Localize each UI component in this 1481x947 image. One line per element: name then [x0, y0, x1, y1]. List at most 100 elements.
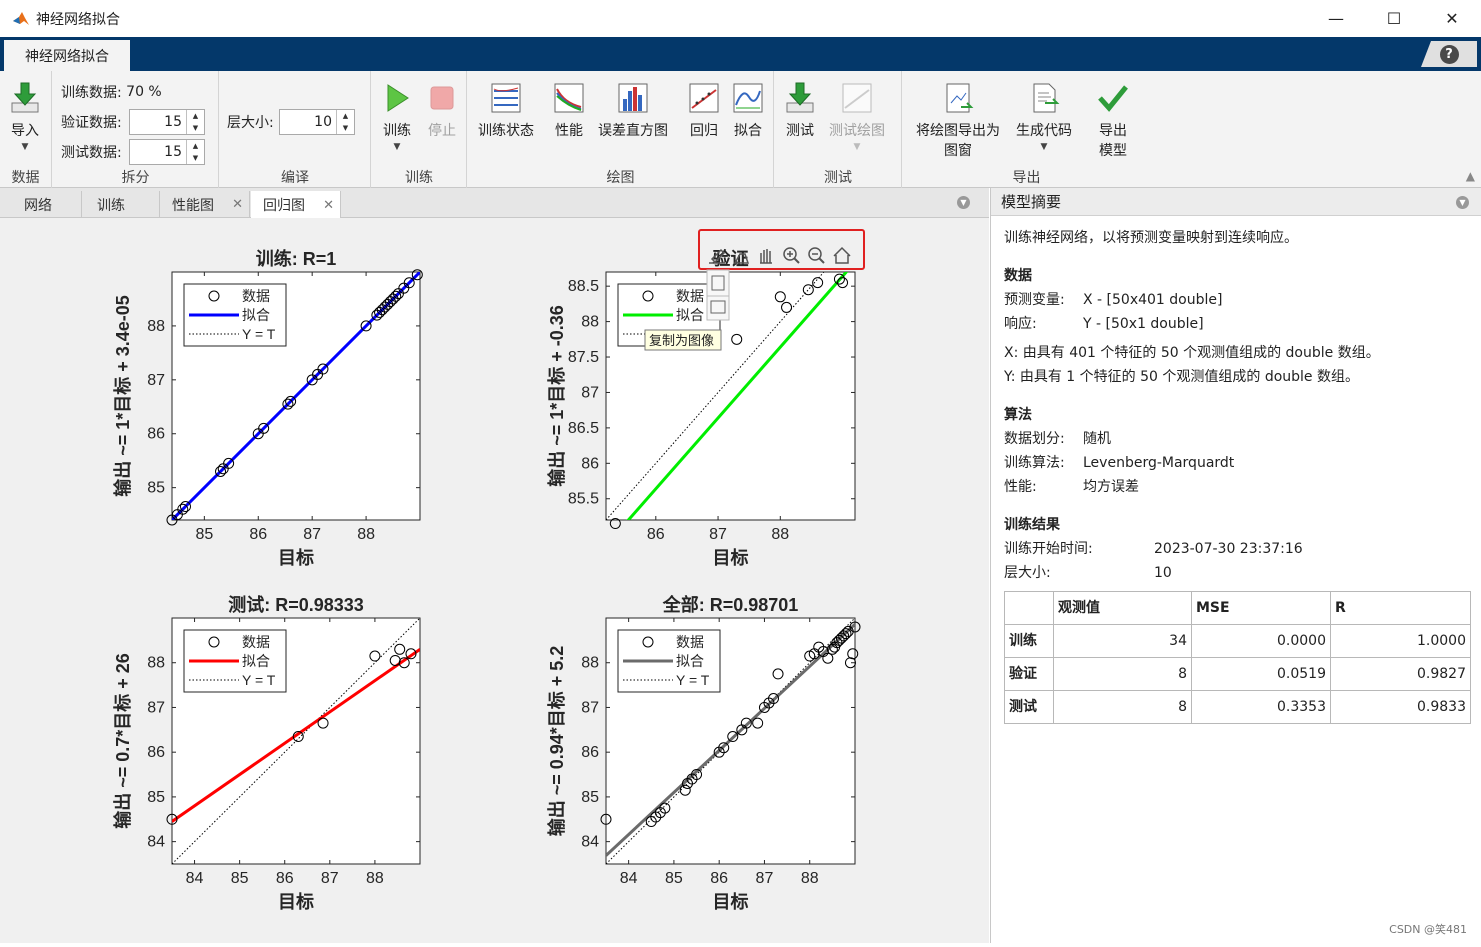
import-button[interactable]: 导入 ▼ [8, 81, 42, 152]
ribbon-tab-strip: 神经网络拟合 ? [0, 37, 1481, 71]
document-tabs: 网络 训练 性能图 ✕ 回归图 ✕ ▼ [0, 188, 989, 219]
x-tick-label: 86 [249, 526, 267, 543]
summary-header: 模型摘要 [1001, 193, 1062, 211]
document-area: 网络 训练 性能图 ✕ 回归图 ✕ ▼ 85 86 87 88 85 86 87 88 数据 拟合 Y … [0, 188, 989, 943]
x-description: X: 由具有 401 个特征的 50 个观测值组成的 double 数组。 [1004, 345, 1380, 361]
legend-label: 数据 [676, 634, 704, 650]
spin-up-icon[interactable]: ▲ [193, 112, 198, 120]
pan-icon[interactable] [760, 249, 772, 264]
section-compile: 层大小: 10 ▲ ▼ 编译 [220, 71, 371, 188]
training-state-button[interactable]: 训练状态 [478, 81, 534, 141]
validation-spinner[interactable]: 15 ▲ ▼ [129, 109, 205, 135]
response-value: Y - [50x1 double] [1083, 316, 1204, 332]
y-tick-label: 87 [147, 699, 165, 716]
home-icon[interactable] [833, 246, 851, 264]
legend-label: 拟合 [676, 307, 704, 323]
help-icon: ? [1439, 44, 1459, 64]
matlab-icon [13, 11, 29, 25]
test-plot-button[interactable]: 测试绘图 ▼ [829, 81, 885, 152]
y-tick-label: 88 [581, 314, 599, 331]
section-plots: 训练状态 性能 误差直方图 回归 拟合 绘图 [468, 71, 774, 188]
table-header [1004, 591, 1054, 625]
ribbon-tab-nn-fitting[interactable]: 神经网络拟合 [4, 40, 130, 71]
x-tick-label: 88 [801, 870, 819, 887]
error-histogram-button[interactable]: 误差直方图 [598, 81, 668, 141]
tab-training[interactable]: 训练 [85, 191, 160, 218]
layer-size-spinner[interactable]: 10 ▲ ▼ [279, 109, 355, 135]
close-button[interactable]: ✕ [1423, 0, 1481, 37]
y-tick-label: 84 [581, 834, 599, 851]
import-icon [11, 82, 39, 113]
algorithm-heading: 算法 [1004, 407, 1032, 423]
x-tick-label: 86 [276, 870, 294, 887]
close-tab-icon[interactable]: ✕ [323, 198, 334, 213]
x-axis-label: 目标 [278, 891, 314, 912]
y-axis-label: 输出 ~= 1*目标 + -0.36 [546, 305, 567, 487]
collapse-ribbon-icon[interactable]: ▲ [1466, 169, 1475, 183]
tooltip: 复制为图像 [644, 329, 722, 351]
generate-code-button[interactable]: 生成代码 ▼ [1016, 81, 1072, 152]
pane-menu-icon[interactable]: ▼ [1456, 196, 1469, 209]
x-tick-label: 88 [366, 870, 384, 887]
x-tick-label: 84 [620, 870, 638, 887]
tab-performance[interactable]: 性能图 ✕ [160, 191, 250, 218]
y-tick-label: 86.5 [568, 420, 599, 437]
help-button[interactable]: ? [1421, 41, 1477, 67]
section-data: 导入 ▼ 数据 [0, 71, 52, 188]
export-model-button[interactable]: 导出模型 [1093, 81, 1133, 161]
y-tick-label: 86 [581, 744, 599, 761]
stop-icon [430, 86, 454, 110]
spin-down-icon[interactable]: ▼ [193, 154, 198, 162]
start-time-value: 2023-07-30 23:37:16 [1154, 541, 1303, 557]
y-description: Y: 由具有 1 个特征的 50 个观测值组成的 double 数组。 [1004, 369, 1359, 385]
y-axis-label: 输出 ~= 0.7*目标 + 26 [112, 653, 133, 829]
data-heading: 数据 [1004, 268, 1032, 284]
zoom-out-icon[interactable] [808, 247, 825, 264]
x-axis-label: 目标 [713, 547, 749, 568]
legend-label: Y = T [676, 672, 710, 688]
y-axis-label: 输出 ~= 1*目标 + 3.4e-05 [112, 295, 133, 497]
close-tab-icon[interactable]: ✕ [232, 197, 243, 212]
regression-button[interactable]: 回归 [687, 81, 721, 141]
performance-button[interactable]: 性能 [552, 81, 586, 141]
tab-network[interactable]: 网络 [12, 191, 82, 218]
results-table: 观测值 MSE R 训练 34 0.0000 1.0000 验证 8 0.051… [1004, 591, 1471, 724]
table-header: 观测值 [1053, 591, 1192, 625]
predictor-value: X - [50x401 double] [1083, 292, 1223, 308]
train-button[interactable]: 训练 ▼ [380, 81, 414, 152]
section-test: 测试 测试绘图 ▼ 测试 [775, 71, 902, 188]
window-title: 神经网络拟合 [36, 11, 120, 28]
spin-down-icon[interactable]: ▼ [343, 124, 348, 132]
spin-up-icon[interactable]: ▲ [193, 142, 198, 150]
x-tick-label: 87 [709, 526, 727, 543]
chevron-down-icon: ▼ [853, 142, 861, 152]
chevron-down-icon: ▼ [1040, 142, 1048, 152]
section-split: 训练数据: 70 % 验证数据: 15 ▲ ▼ 测试数据: 15 ▲ ▼ 拆分 [53, 71, 219, 188]
split-value: 随机 [1083, 431, 1111, 447]
table-header: MSE [1191, 591, 1331, 625]
fit-button[interactable]: 拟合 [731, 81, 765, 141]
table-header: R [1330, 591, 1471, 625]
pane-menu-icon[interactable]: ▼ [957, 196, 970, 209]
regression-icon [689, 83, 719, 113]
legend-label: 拟合 [676, 653, 704, 669]
zoom-in-icon[interactable] [783, 247, 800, 264]
spin-down-icon[interactable]: ▼ [193, 124, 198, 132]
table-row: 验证 8 0.0519 0.9827 [1004, 657, 1471, 691]
test-button[interactable]: 测试 [783, 81, 817, 141]
x-tick-label: 85 [665, 870, 683, 887]
histogram-icon [618, 83, 648, 113]
test-spinner[interactable]: 15 ▲ ▼ [129, 139, 205, 165]
train-ratio-value: 70 % [126, 84, 162, 100]
y-tick-label: 85 [581, 789, 599, 806]
spin-up-icon[interactable]: ▲ [343, 112, 348, 120]
stop-button[interactable]: 停止 [425, 81, 459, 141]
layer-size-value: 10 [1154, 565, 1172, 581]
minimize-button[interactable]: — [1307, 0, 1365, 37]
export-figure-button[interactable]: 将绘图导出为图窗 [911, 81, 1005, 161]
y-tick-label: 85 [147, 480, 165, 497]
maximize-button[interactable]: ☐ [1365, 0, 1423, 37]
y-tick-label: 87 [581, 699, 599, 716]
tab-regression[interactable]: 回归图 ✕ [251, 191, 341, 219]
section-export: 将绘图导出为图窗 生成代码 ▼ 导出模型 导出 [903, 71, 1150, 188]
